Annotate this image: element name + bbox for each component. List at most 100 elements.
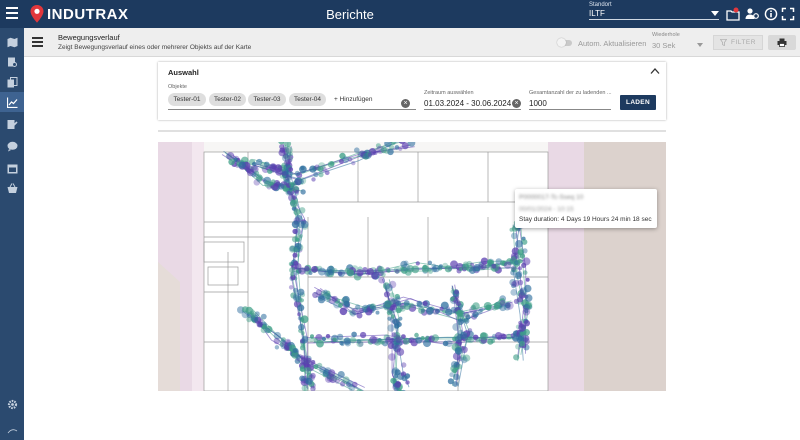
position-marker[interactable] [499, 300, 506, 306]
position-marker[interactable] [386, 268, 391, 273]
position-marker[interactable] [289, 182, 294, 187]
position-marker[interactable] [273, 337, 280, 345]
position-marker[interactable] [300, 345, 306, 351]
position-marker[interactable] [264, 161, 270, 168]
position-marker[interactable] [297, 220, 306, 229]
sidebar-item-tasks[interactable] [0, 114, 24, 134]
sidebar-item-messages[interactable] [0, 136, 24, 156]
position-marker[interactable] [522, 270, 528, 275]
clear-objects-icon[interactable]: × [401, 99, 410, 108]
position-marker[interactable] [464, 313, 469, 318]
position-marker[interactable] [311, 266, 318, 273]
position-marker[interactable] [294, 170, 301, 177]
position-marker[interactable] [517, 296, 523, 303]
position-marker[interactable] [288, 167, 294, 172]
position-marker[interactable] [473, 264, 481, 272]
position-marker[interactable] [421, 265, 430, 273]
map-pin-icon[interactable] [726, 7, 740, 21]
position-marker[interactable] [431, 334, 440, 342]
position-marker[interactable] [403, 337, 410, 345]
position-marker[interactable] [457, 310, 464, 317]
position-marker[interactable] [522, 308, 531, 316]
position-marker[interactable] [294, 189, 299, 194]
position-marker[interactable] [387, 324, 395, 332]
position-marker[interactable] [470, 304, 476, 310]
position-marker[interactable] [305, 377, 313, 385]
position-marker[interactable] [525, 294, 533, 302]
position-marker[interactable] [393, 266, 401, 274]
position-marker[interactable] [480, 332, 489, 341]
position-marker[interactable] [329, 161, 335, 166]
position-marker[interactable] [279, 147, 285, 153]
position-marker[interactable] [431, 263, 437, 269]
load-button[interactable]: LADEN [620, 95, 656, 110]
position-marker[interactable] [337, 269, 346, 277]
position-marker[interactable] [415, 261, 420, 266]
position-marker[interactable] [384, 300, 392, 308]
position-marker[interactable] [339, 159, 344, 164]
position-marker[interactable] [311, 177, 316, 182]
position-marker[interactable] [308, 271, 313, 275]
position-marker[interactable] [339, 340, 344, 346]
position-marker[interactable] [395, 296, 401, 302]
object-chip[interactable]: Tester-02 [209, 93, 246, 106]
position-marker[interactable] [337, 371, 345, 379]
position-marker[interactable] [454, 347, 463, 355]
position-marker[interactable] [292, 348, 298, 354]
position-marker[interactable] [253, 179, 261, 186]
position-marker[interactable] [260, 313, 267, 320]
position-marker[interactable] [292, 195, 297, 201]
position-marker[interactable] [297, 304, 305, 312]
position-marker[interactable] [401, 362, 407, 368]
position-marker[interactable] [299, 298, 304, 303]
position-marker[interactable] [310, 334, 314, 339]
position-marker[interactable] [495, 332, 503, 340]
position-marker[interactable] [274, 164, 283, 173]
print-button[interactable] [768, 35, 796, 50]
position-marker[interactable] [300, 357, 309, 365]
position-marker[interactable] [418, 307, 425, 314]
position-marker[interactable] [245, 306, 253, 315]
object-chip[interactable]: Tester-01 [168, 93, 206, 106]
position-marker[interactable] [420, 336, 425, 341]
chevron-up-icon[interactable] [650, 67, 660, 75]
position-marker[interactable] [246, 167, 251, 173]
standort-select[interactable]: Standort ILTF [589, 2, 719, 20]
position-marker[interactable] [422, 300, 428, 306]
position-marker[interactable] [321, 336, 326, 342]
position-marker[interactable] [457, 329, 464, 337]
position-marker[interactable] [297, 316, 302, 321]
sidebar-item-map[interactable] [0, 32, 24, 52]
position-marker[interactable] [519, 341, 525, 347]
position-marker[interactable] [274, 345, 280, 350]
position-marker[interactable] [449, 372, 455, 378]
position-marker[interactable] [394, 369, 401, 376]
position-marker[interactable] [475, 338, 480, 343]
position-marker[interactable] [351, 331, 357, 338]
position-marker[interactable] [332, 268, 338, 274]
add-object-button[interactable]: + Hinzufügen [334, 93, 373, 106]
position-marker[interactable] [387, 342, 395, 349]
position-marker[interactable] [313, 338, 318, 343]
position-marker[interactable] [414, 332, 419, 338]
position-marker[interactable] [288, 285, 294, 290]
info-icon[interactable] [764, 7, 778, 21]
position-marker[interactable] [445, 308, 453, 316]
position-marker[interactable] [392, 318, 399, 325]
position-marker[interactable] [356, 340, 364, 348]
position-marker[interactable] [356, 269, 364, 277]
position-marker[interactable] [294, 179, 302, 186]
position-marker[interactable] [427, 260, 433, 265]
position-marker[interactable] [313, 364, 319, 370]
position-marker[interactable] [409, 302, 414, 308]
position-marker[interactable] [352, 381, 358, 388]
position-marker[interactable] [256, 321, 263, 328]
user-settings-icon[interactable] [745, 7, 759, 21]
position-marker[interactable] [463, 318, 470, 324]
position-marker[interactable] [444, 265, 452, 273]
movement-map[interactable]: P0000017-Tc-Sseq 10 00/01/2024 - 10:15 S… [158, 142, 666, 391]
position-marker[interactable] [310, 372, 316, 379]
filter-button[interactable]: FILTER [713, 35, 763, 50]
position-marker[interactable] [518, 320, 523, 325]
position-marker[interactable] [477, 309, 483, 315]
